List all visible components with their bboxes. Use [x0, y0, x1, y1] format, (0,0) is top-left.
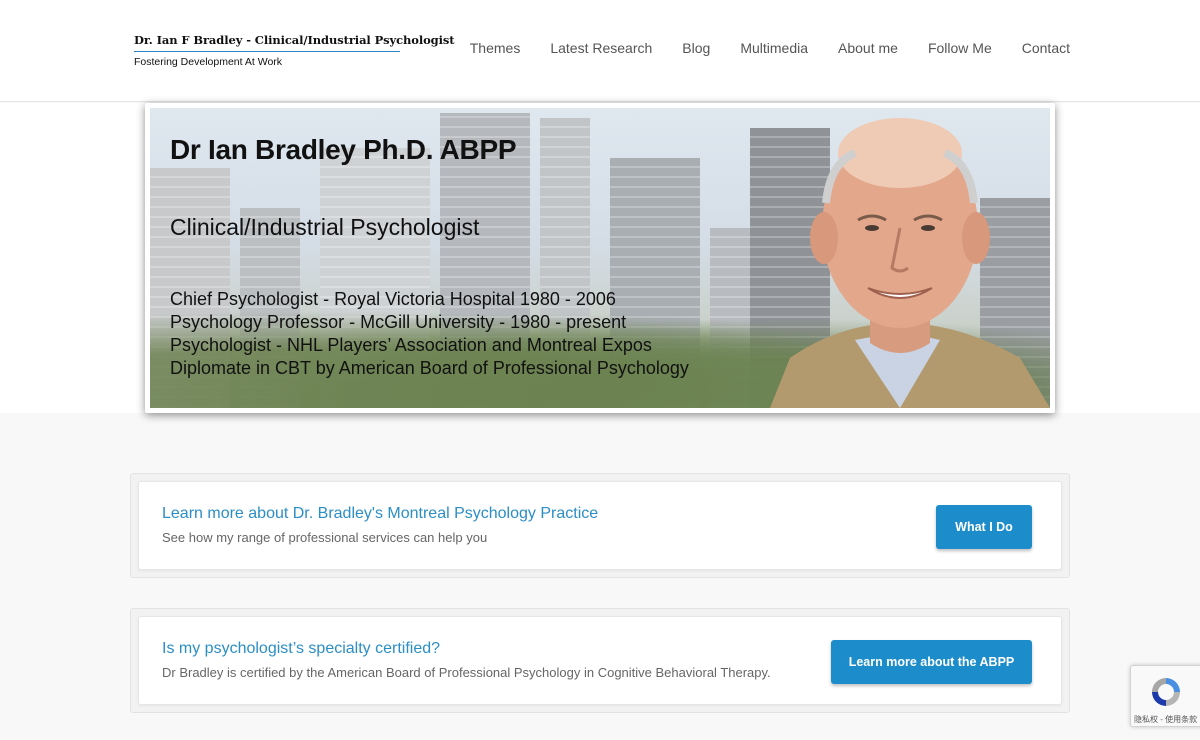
- nav-item-latest-research[interactable]: Latest Research: [550, 40, 652, 56]
- recaptcha-badge[interactable]: 隐私权 - 使用条款: [1130, 665, 1200, 727]
- callout-box: Is my psychologist’s specialty certified…: [138, 616, 1062, 705]
- callout-title[interactable]: Learn more about Dr. Bradley's Montreal …: [162, 505, 598, 523]
- certification-callout: Is my psychologist’s specialty certified…: [130, 608, 1070, 713]
- logo-title: Dr. Ian F Bradley - Clinical/Industrial …: [134, 33, 455, 47]
- nav-item-contact[interactable]: Contact: [1022, 40, 1070, 56]
- practice-callout: Learn more about Dr. Bradley's Montreal …: [130, 473, 1070, 578]
- what-i-do-button[interactable]: What I Do: [936, 505, 1032, 549]
- hero-banner: Dr Ian Bradley Ph.D. ABPP Clinical/Indus…: [145, 103, 1055, 413]
- credential-item: Psychology Professor - McGill University…: [170, 312, 627, 332]
- credential-item: Chief Psychologist - Royal Victoria Hosp…: [170, 289, 616, 309]
- hero-role: Clinical/Industrial Psychologist: [170, 214, 480, 240]
- logo-divider: [134, 51, 400, 52]
- site-header: Dr. Ian F Bradley - Clinical/Industrial …: [0, 0, 1200, 102]
- callout-box: Learn more about Dr. Bradley's Montreal …: [138, 481, 1062, 570]
- credential-item: Diplomate in CBT by American Board of Pr…: [170, 358, 689, 378]
- logo-tagline: Fostering Development At Work: [134, 56, 283, 68]
- main-nav: Themes Latest Research Blog Multimedia A…: [440, 40, 1070, 56]
- hero-name: Dr Ian Bradley Ph.D. ABPP: [170, 134, 517, 165]
- nav-item-about-me[interactable]: About me: [838, 40, 898, 56]
- portrait-photo: [770, 118, 1050, 408]
- hero-image: Dr Ian Bradley Ph.D. ABPP Clinical/Indus…: [150, 108, 1050, 408]
- nav-item-themes[interactable]: Themes: [470, 40, 521, 56]
- learn-abpp-button[interactable]: Learn more about the ABPP: [831, 640, 1032, 684]
- site-logo[interactable]: Dr. Ian F Bradley - Clinical/Industrial …: [134, 33, 455, 68]
- callout-title[interactable]: Is my psychologist’s specialty certified…: [162, 640, 440, 658]
- nav-item-follow-me[interactable]: Follow Me: [928, 40, 992, 56]
- callout-subtitle: See how my range of professional service…: [162, 530, 488, 545]
- callout-subtitle: Dr Bradley is certified by the American …: [162, 665, 771, 680]
- recaptcha-icon: [1152, 678, 1180, 706]
- nav-item-blog[interactable]: Blog: [682, 40, 710, 56]
- nav-item-multimedia[interactable]: Multimedia: [740, 40, 808, 56]
- recaptcha-terms[interactable]: 隐私权 - 使用条款: [1134, 714, 1197, 725]
- hero-credentials: Chief Psychologist - Royal Victoria Hosp…: [170, 288, 689, 380]
- credential-item: Psychologist - NHL Players’ Association …: [170, 335, 652, 355]
